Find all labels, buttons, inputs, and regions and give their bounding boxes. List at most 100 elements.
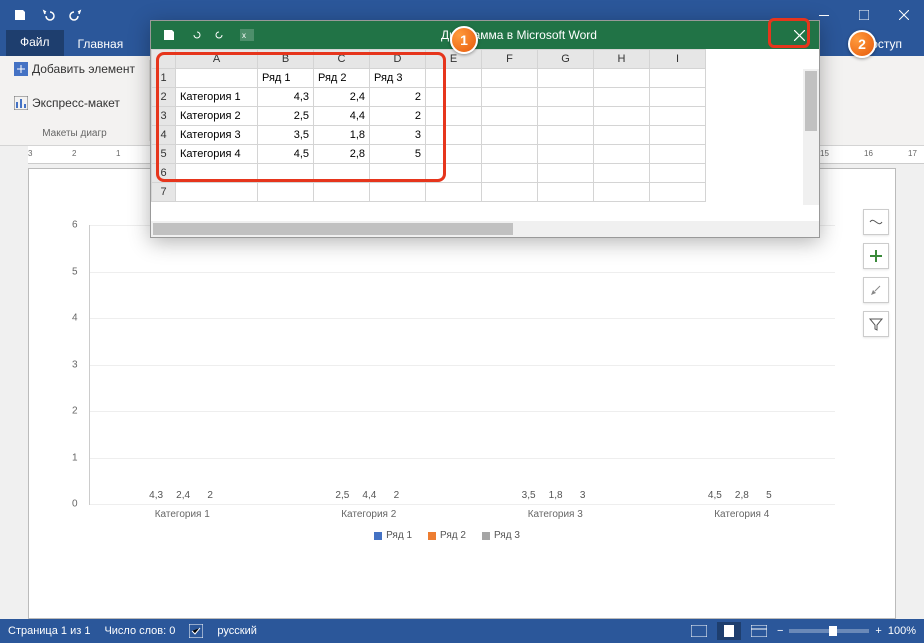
chart-styles-brush-icon[interactable] <box>863 277 889 303</box>
cell[interactable] <box>594 69 650 88</box>
cell[interactable] <box>426 164 482 183</box>
col-header[interactable]: G <box>538 50 594 69</box>
row-header[interactable]: 4 <box>152 126 176 145</box>
legend-item[interactable]: Ряд 3 <box>482 530 520 541</box>
cell[interactable]: Категория 3 <box>176 126 258 145</box>
chart-filter-funnel-icon[interactable] <box>863 311 889 337</box>
chart-object[interactable]: Название диаграммы 01234564,32,422,54,42… <box>59 199 835 588</box>
col-header[interactable]: F <box>482 50 538 69</box>
cell[interactable]: 2 <box>370 88 426 107</box>
col-header[interactable]: C <box>314 50 370 69</box>
excel-save-icon[interactable] <box>157 23 181 47</box>
status-wordcount[interactable]: Число слов: 0 <box>104 625 175 637</box>
col-header[interactable]: A <box>176 50 258 69</box>
cell[interactable] <box>370 183 426 202</box>
status-proofing-icon[interactable] <box>189 624 203 638</box>
express-layout-button[interactable]: Экспресс-макет <box>10 94 139 112</box>
chart-plot-area[interactable]: 01234564,32,422,54,423,51,834,52,85 <box>89 225 835 505</box>
col-header[interactable]: D <box>370 50 426 69</box>
cell[interactable]: Категория 2 <box>176 107 258 126</box>
col-header[interactable]: H <box>594 50 650 69</box>
row-header[interactable]: 5 <box>152 145 176 164</box>
cell[interactable] <box>426 126 482 145</box>
cell[interactable] <box>650 126 706 145</box>
excel-close-button[interactable] <box>779 21 819 49</box>
cell[interactable] <box>482 126 538 145</box>
cell[interactable]: Категория 4 <box>176 145 258 164</box>
cell[interactable]: 4,3 <box>258 88 314 107</box>
cell[interactable] <box>594 164 650 183</box>
cell[interactable]: 1,8 <box>314 126 370 145</box>
tab-home[interactable]: Главная <box>64 32 138 56</box>
cell[interactable] <box>538 126 594 145</box>
word-close-icon[interactable] <box>884 0 924 30</box>
cell[interactable]: Ряд 2 <box>314 69 370 88</box>
add-chart-element-button[interactable]: Добавить элемент <box>10 60 139 78</box>
zoom-value[interactable]: 100% <box>888 625 916 637</box>
cell[interactable] <box>650 145 706 164</box>
cell[interactable] <box>176 69 258 88</box>
cell[interactable]: Категория 1 <box>176 88 258 107</box>
cell[interactable]: 4,4 <box>314 107 370 126</box>
undo-icon[interactable] <box>34 2 62 28</box>
view-web-icon[interactable] <box>747 622 771 640</box>
cell[interactable] <box>538 88 594 107</box>
row-header[interactable]: 7 <box>152 183 176 202</box>
save-icon[interactable] <box>6 2 34 28</box>
cell[interactable] <box>594 126 650 145</box>
col-header[interactable]: E <box>426 50 482 69</box>
cell[interactable]: 3 <box>370 126 426 145</box>
cell[interactable] <box>370 164 426 183</box>
status-language[interactable]: русский <box>217 625 256 637</box>
redo-icon[interactable] <box>62 2 90 28</box>
cell[interactable]: 2,4 <box>314 88 370 107</box>
excel-undo-icon[interactable] <box>183 23 207 47</box>
status-page[interactable]: Страница 1 из 1 <box>8 625 90 637</box>
zoom-out-icon[interactable]: − <box>777 625 783 637</box>
cell[interactable]: 2 <box>370 107 426 126</box>
chart-legend[interactable]: Ряд 1Ряд 2Ряд 3 <box>59 530 835 541</box>
cell[interactable] <box>176 183 258 202</box>
cell[interactable] <box>314 183 370 202</box>
row-header[interactable]: 1 <box>152 69 176 88</box>
view-print-icon[interactable] <box>717 622 741 640</box>
row-header[interactable]: 2 <box>152 88 176 107</box>
cell[interactable] <box>426 145 482 164</box>
cell[interactable] <box>426 107 482 126</box>
cell[interactable] <box>650 183 706 202</box>
cell[interactable] <box>594 183 650 202</box>
cell[interactable] <box>650 69 706 88</box>
cell[interactable] <box>426 69 482 88</box>
excel-grid[interactable]: ABCDEFGHI1Ряд 1Ряд 2Ряд 32Категория 14,3… <box>151 49 819 221</box>
row-header[interactable]: 6 <box>152 164 176 183</box>
col-header[interactable]: B <box>258 50 314 69</box>
cell[interactable] <box>426 183 482 202</box>
cell[interactable] <box>482 164 538 183</box>
cell[interactable] <box>482 183 538 202</box>
cell[interactable] <box>650 164 706 183</box>
excel-redo-icon[interactable] <box>209 23 233 47</box>
cell[interactable] <box>538 107 594 126</box>
row-header[interactable]: 3 <box>152 107 176 126</box>
cell[interactable]: 2,8 <box>314 145 370 164</box>
legend-item[interactable]: Ряд 1 <box>374 530 412 541</box>
cell[interactable]: 2,5 <box>258 107 314 126</box>
cell[interactable]: Ряд 1 <box>258 69 314 88</box>
cell[interactable] <box>538 145 594 164</box>
cell[interactable] <box>314 164 370 183</box>
cell[interactable] <box>426 88 482 107</box>
zoom-slider[interactable] <box>789 629 869 633</box>
col-header[interactable]: I <box>650 50 706 69</box>
cell[interactable] <box>482 88 538 107</box>
cell[interactable] <box>594 145 650 164</box>
cell[interactable]: 5 <box>370 145 426 164</box>
zoom-in-icon[interactable]: + <box>875 625 881 637</box>
cell[interactable] <box>482 69 538 88</box>
cell[interactable] <box>258 164 314 183</box>
word-maximize-icon[interactable] <box>844 0 884 30</box>
cell[interactable] <box>482 145 538 164</box>
chart-layout-options-icon[interactable] <box>863 209 889 235</box>
view-read-icon[interactable] <box>687 622 711 640</box>
excel-hscrollbar[interactable] <box>151 221 819 237</box>
cell[interactable] <box>650 88 706 107</box>
